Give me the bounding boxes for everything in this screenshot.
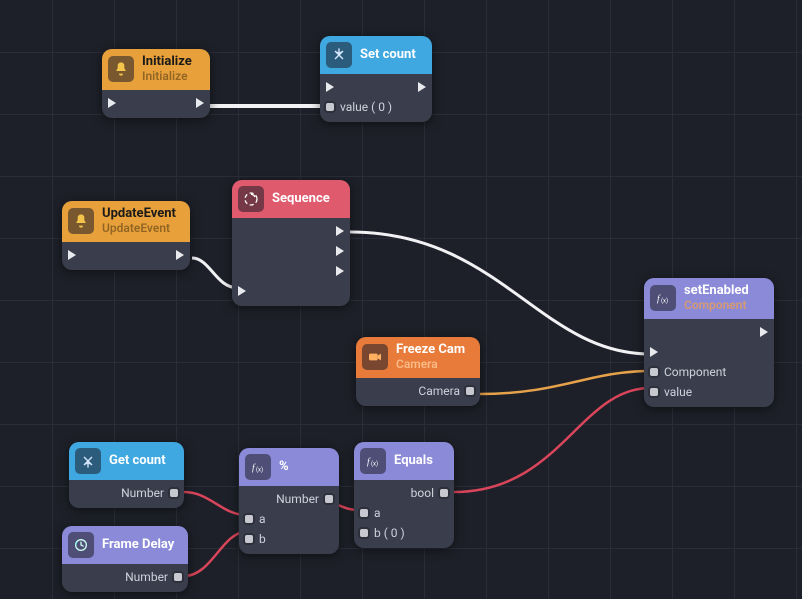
- fx-icon: f(x): [360, 448, 386, 474]
- port-label: Component: [664, 365, 726, 379]
- bell-icon: [108, 56, 134, 82]
- node-get-count[interactable]: Get count Number: [69, 442, 184, 508]
- varget-icon: [75, 448, 101, 474]
- number-out[interactable]: [325, 495, 333, 503]
- node-freeze-cam[interactable]: Freeze Cam Camera Camera: [356, 337, 480, 406]
- exec-out-2[interactable]: [336, 266, 344, 276]
- port-label: b: [259, 532, 266, 546]
- port-label: bool: [411, 486, 434, 500]
- node-title: Equals: [394, 454, 433, 469]
- exec-out[interactable]: [196, 98, 204, 108]
- node-set-count[interactable]: Set count value ( 0 ): [320, 36, 432, 122]
- exec-out[interactable]: [418, 82, 426, 92]
- node-title: Initialize: [142, 55, 192, 70]
- node-update-event[interactable]: UpdateEvent UpdateEvent: [62, 201, 190, 270]
- exec-in[interactable]: [650, 347, 658, 357]
- a-in[interactable]: [245, 515, 253, 523]
- a-in[interactable]: [360, 509, 368, 517]
- node-subtitle: Component: [684, 299, 749, 313]
- node-title: %: [279, 460, 289, 475]
- port-label: value: [664, 385, 692, 399]
- b-in[interactable]: [360, 529, 368, 537]
- delay-icon: [68, 532, 94, 558]
- value-in[interactable]: [650, 388, 658, 396]
- node-modulo[interactable]: f(x) % Number a b: [239, 448, 339, 554]
- svg-text:(x): (x): [661, 298, 668, 305]
- exec-in[interactable]: [108, 98, 116, 108]
- camera-icon: [362, 344, 388, 370]
- exec-out[interactable]: [176, 250, 184, 260]
- camera-out[interactable]: [466, 387, 474, 395]
- fx-icon: f(x): [245, 454, 271, 480]
- bool-out[interactable]: [440, 489, 448, 497]
- node-title: Sequence: [272, 192, 330, 207]
- node-sequence[interactable]: Sequence: [232, 180, 350, 306]
- exec-in[interactable]: [68, 250, 76, 260]
- node-title: setEnabled: [684, 284, 749, 299]
- exec-in[interactable]: [326, 82, 334, 92]
- port-label: a: [374, 506, 381, 520]
- exec-out-1[interactable]: [336, 246, 344, 256]
- component-in[interactable]: [650, 368, 658, 376]
- svg-text:(x): (x): [371, 461, 378, 468]
- node-frame-delay[interactable]: Frame Delay Number: [62, 526, 188, 592]
- port-label: value ( 0 ): [340, 100, 392, 114]
- fx-icon: f(x): [650, 285, 676, 311]
- port-label: Number: [121, 486, 164, 500]
- exec-out[interactable]: [760, 327, 768, 337]
- node-title: Set count: [360, 48, 416, 63]
- seq-icon: [238, 186, 264, 212]
- node-subtitle: Initialize: [142, 70, 192, 84]
- port-label: Camera: [418, 384, 460, 398]
- number-out[interactable]: [170, 489, 178, 497]
- node-title: Get count: [109, 454, 166, 469]
- number-out[interactable]: [174, 573, 182, 581]
- value-in[interactable]: [326, 103, 334, 111]
- node-equals[interactable]: f(x) Equals bool a b ( 0 ): [354, 442, 454, 548]
- var-icon: [326, 42, 352, 68]
- node-title: UpdateEvent: [102, 207, 176, 222]
- port-label: a: [259, 512, 266, 526]
- node-subtitle: UpdateEvent: [102, 222, 176, 236]
- port-label: Number: [276, 492, 319, 506]
- node-title: Frame Delay: [102, 538, 174, 553]
- bell-icon: [68, 208, 94, 234]
- node-title: Freeze Cam: [396, 343, 465, 358]
- port-label: Number: [125, 570, 168, 584]
- node-set-enabled[interactable]: f(x) setEnabled Component Component valu…: [644, 278, 774, 407]
- node-subtitle: Camera: [396, 358, 465, 372]
- exec-in[interactable]: [238, 286, 246, 296]
- exec-out-0[interactable]: [336, 226, 344, 236]
- b-in[interactable]: [245, 535, 253, 543]
- svg-text:(x): (x): [256, 467, 263, 474]
- node-initialize[interactable]: Initialize Initialize: [102, 49, 210, 118]
- port-label: b ( 0 ): [374, 526, 405, 540]
